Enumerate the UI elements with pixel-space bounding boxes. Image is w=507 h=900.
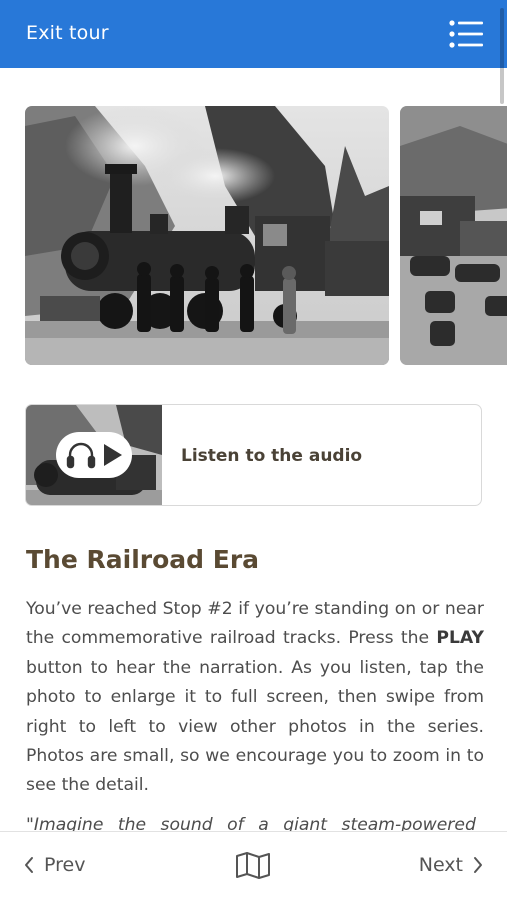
top-bar: Exit tour <box>0 0 507 68</box>
listen-audio-card[interactable]: Listen to the audio <box>25 404 482 506</box>
page-title: The Railroad Era <box>26 545 260 574</box>
photo-carousel[interactable] <box>0 106 507 366</box>
exit-tour-button[interactable]: Exit tour <box>26 22 109 44</box>
next-label: Next <box>418 854 463 876</box>
scrollbar[interactable] <box>500 8 504 104</box>
chevron-left-icon <box>25 857 33 873</box>
play-icon <box>104 444 122 466</box>
map-icon[interactable] <box>235 851 271 879</box>
old-town-street-photo[interactable] <box>400 106 507 365</box>
tour-stop-screen: Exit tour Listen to the audio The Railro… <box>0 0 507 900</box>
prev-button[interactable]: Prev <box>24 852 85 878</box>
article-body-play-word: PLAY <box>436 628 484 649</box>
next-button[interactable]: Next <box>419 852 483 878</box>
article-body-part1: You’ve reached Stop #2 if you’re standin… <box>26 599 484 649</box>
headphones-icon <box>66 442 96 469</box>
listen-audio-label: Listen to the audio <box>181 446 363 466</box>
prev-label: Prev <box>44 854 86 876</box>
article-body-part2: button to hear the narration. As you lis… <box>26 657 484 796</box>
list-menu-icon[interactable] <box>449 20 483 48</box>
audio-thumbnail-photo <box>26 405 162 505</box>
bottom-nav: Prev Next <box>0 831 507 900</box>
chevron-right-icon <box>474 857 482 873</box>
article-body: You’ve reached Stop #2 if you’re standin… <box>26 595 484 801</box>
audio-play-pill[interactable] <box>56 432 132 478</box>
steam-locomotive-photo[interactable] <box>25 106 389 365</box>
